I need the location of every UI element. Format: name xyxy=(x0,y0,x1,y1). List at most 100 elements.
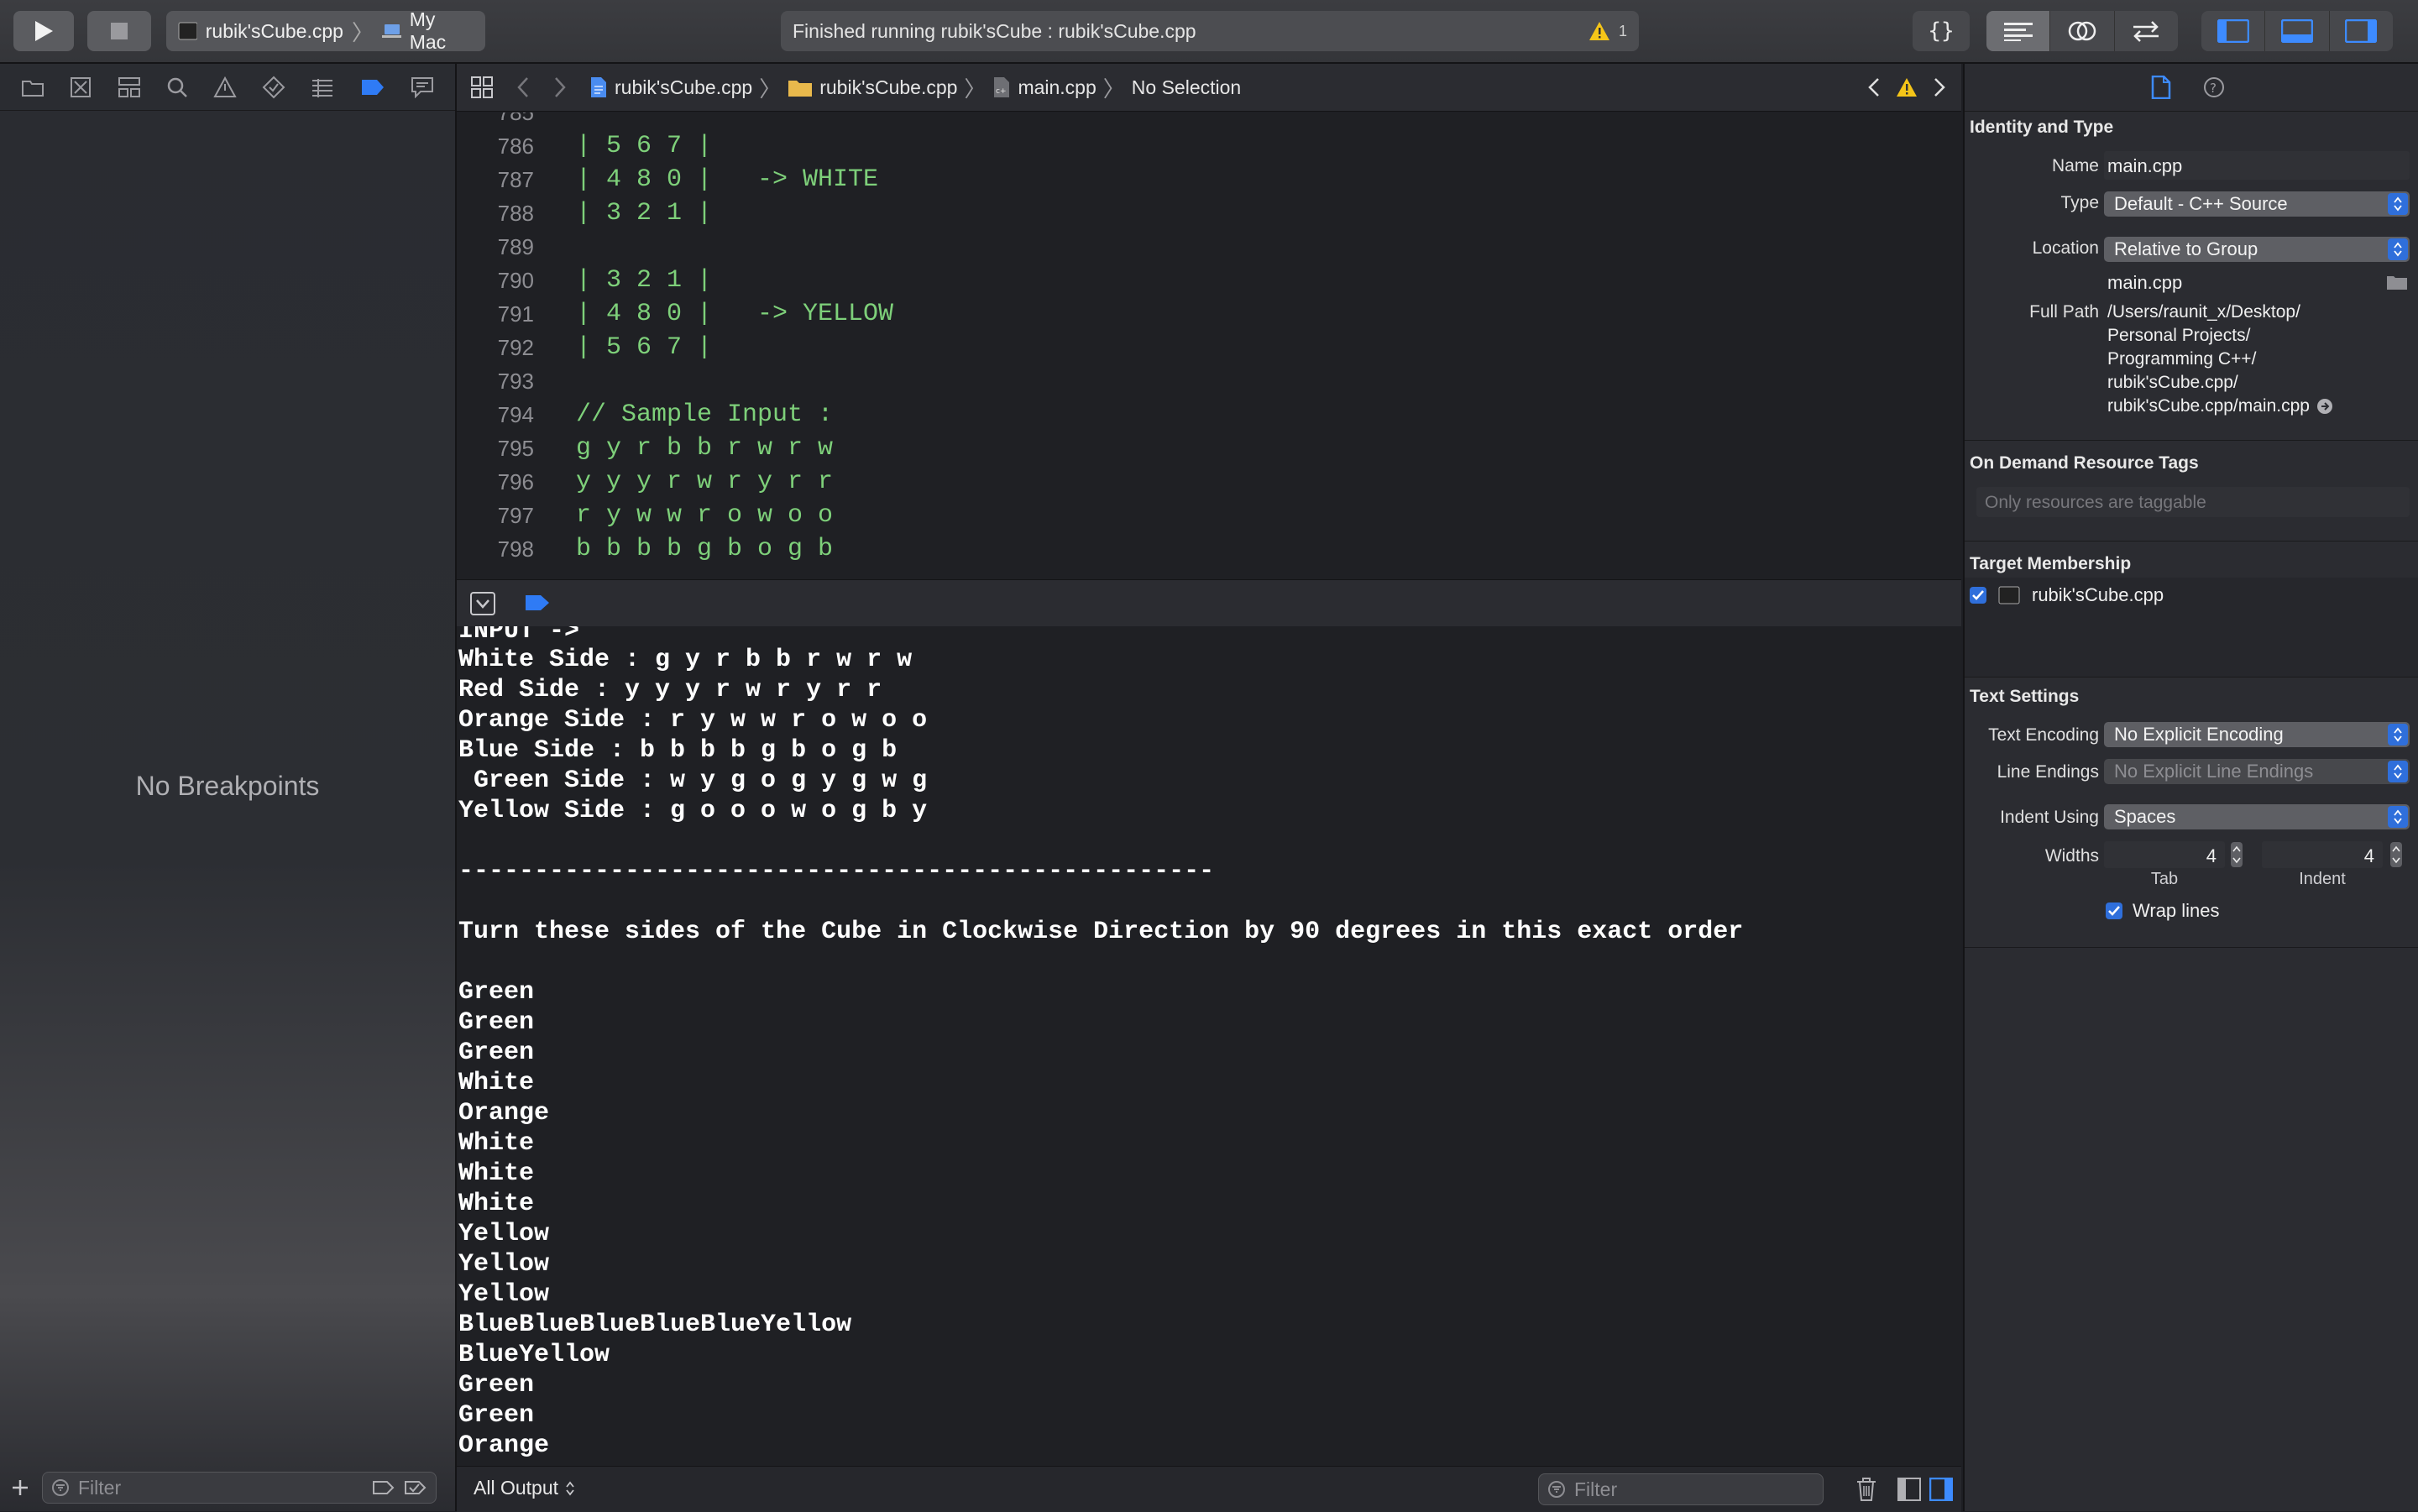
scheme-selector[interactable]: rubik'sCube.cpp 〉 My Mac xyxy=(166,8,485,53)
activity-status: Finished running rubik'sCube : rubik'sCu… xyxy=(781,11,1639,51)
line-number: 788 xyxy=(497,200,534,226)
toggle-debug-area-button[interactable] xyxy=(2265,11,2330,51)
enabled-filter-icon[interactable] xyxy=(404,1479,427,1496)
choose-folder-icon[interactable] xyxy=(2386,274,2408,290)
empty-state-message: No Breakpoints xyxy=(135,771,320,801)
svg-text:c+: c+ xyxy=(996,87,1007,96)
tab-width-stepper[interactable] xyxy=(2230,841,2243,868)
stop-button[interactable] xyxy=(87,11,151,51)
fullpath-line: Personal Projects/ xyxy=(2107,326,2251,345)
search-icon[interactable] xyxy=(166,76,188,98)
crumb-symbol[interactable]: No Selection xyxy=(1132,76,1241,99)
target-row[interactable]: rubik'sCube.cpp xyxy=(1970,584,2164,606)
file-inspector-icon[interactable] xyxy=(2151,76,2171,99)
folder-icon[interactable] xyxy=(21,77,44,97)
hide-debug-area-icon[interactable] xyxy=(470,592,495,615)
console-output[interactable]: INPUT -> White Side : g y r b b r w r w … xyxy=(457,626,1961,1466)
show-variables-icon[interactable] xyxy=(1897,1478,1921,1501)
version-editor-button[interactable] xyxy=(2115,11,2178,51)
add-icon[interactable] xyxy=(10,1478,30,1498)
target-checkbox[interactable] xyxy=(1970,587,1986,604)
line-endings-popup[interactable]: No Explicit Line Endings xyxy=(2104,759,2410,784)
console-line: Yellow xyxy=(458,1250,550,1279)
indent-width-stepper[interactable] xyxy=(2389,841,2403,868)
code-text: y y y r w r y r r xyxy=(576,468,834,496)
indent-width-field[interactable]: 4 xyxy=(2262,841,2383,868)
panel-toggle-segment xyxy=(2201,11,2393,51)
issue-warning-icon[interactable] xyxy=(213,76,237,98)
standard-editor-button[interactable] xyxy=(1986,11,2051,51)
run-button[interactable] xyxy=(13,11,74,51)
breakpoint-filter-icon[interactable] xyxy=(372,1479,395,1496)
crumb-group-label: rubik'sCube.cpp xyxy=(819,76,958,98)
console-line: White xyxy=(458,1069,535,1097)
type-popup[interactable]: Default - C++ Source xyxy=(2104,191,2410,217)
navigator-panel: No Breakpoints Filter xyxy=(0,64,457,1511)
section-title-ondemand: On Demand Resource Tags xyxy=(1970,453,2199,473)
line-number: 795 xyxy=(497,435,534,461)
code-line: 798 b b b b g b o g b xyxy=(457,532,1961,566)
toggle-inspector-button[interactable] xyxy=(2330,11,2393,51)
indent-using-popup[interactable]: Spaces xyxy=(2104,804,2410,829)
code-text: | 5 6 7 | xyxy=(576,132,713,160)
console-filter-field[interactable]: Filter xyxy=(1538,1473,1824,1505)
code-line: 788 | 3 2 1 | xyxy=(457,196,1961,230)
code-text: g y r b b r w r w xyxy=(576,434,834,463)
source-control-icon[interactable] xyxy=(70,76,92,98)
related-items-grid-icon[interactable] xyxy=(470,76,494,99)
resource-tags-field[interactable]: Only resources are taggable xyxy=(1976,487,2410,517)
debug-list-icon[interactable] xyxy=(311,77,334,97)
encoding-label: Text Encoding xyxy=(1988,725,2099,745)
crumb-group[interactable]: rubik'sCube.cpp xyxy=(788,76,957,99)
code-line: 790 | 3 2 1 | xyxy=(457,264,1961,297)
assistant-editor-button[interactable] xyxy=(2050,11,2115,51)
line-number: 786 xyxy=(497,133,534,159)
chevron-right-icon: 〉 xyxy=(964,76,987,102)
name-field[interactable]: main.cpp xyxy=(2104,151,2410,180)
location-popup[interactable]: Relative to Group xyxy=(2104,237,2410,262)
crumb-project[interactable]: rubik'sCube.cpp xyxy=(589,76,752,99)
crumb-file-label: main.cpp xyxy=(1018,76,1096,98)
inspector-tabs: ? xyxy=(1965,64,2418,112)
source-editor[interactable]: 785 786 | 5 6 7 | 787 | 4 8 0 | -> WHITE 7… xyxy=(457,112,1961,579)
console-line: White xyxy=(458,1190,535,1218)
tab-width-field[interactable]: 4 xyxy=(2104,841,2225,868)
console-line: Green xyxy=(458,1008,535,1037)
previous-issue-icon[interactable] xyxy=(1867,77,1881,97)
show-console-icon[interactable] xyxy=(1929,1478,1953,1501)
updown-chevron-icon xyxy=(2388,806,2408,828)
right-panel-icon xyxy=(2345,19,2378,43)
type-popup-value: Default - C++ Source xyxy=(2114,193,2288,214)
output-selector[interactable]: All Output xyxy=(474,1477,575,1499)
filter-placeholder: Filter xyxy=(78,1476,122,1499)
debug-bar xyxy=(457,579,1961,628)
next-issue-icon[interactable] xyxy=(1933,77,1946,97)
crumb-file[interactable]: c+ main.cpp xyxy=(992,76,1096,99)
code-text: r y w w r o w o o xyxy=(576,501,834,530)
warning-indicator[interactable]: 1 xyxy=(1588,21,1627,41)
test-diamond-icon[interactable] xyxy=(262,76,285,99)
navigator-filter-field[interactable]: Filter xyxy=(42,1472,437,1504)
chevron-right-icon: 〉 xyxy=(1102,76,1125,102)
warning-icon[interactable] xyxy=(1896,77,1918,97)
breakpoints-toggle-icon[interactable] xyxy=(524,594,551,612)
library-button[interactable]: {} xyxy=(1913,11,1970,51)
report-bubble-icon[interactable] xyxy=(411,76,434,98)
encoding-popup[interactable]: No Explicit Encoding xyxy=(2104,722,2410,747)
widths-label: Widths xyxy=(2044,846,2099,866)
destination-name: My Mac xyxy=(409,8,447,53)
terminal-app-icon xyxy=(1998,586,2020,604)
forward-chevron-icon[interactable] xyxy=(552,76,568,98)
breakpoint-tag-icon[interactable] xyxy=(360,78,385,97)
wrap-lines-option[interactable]: Wrap lines xyxy=(2106,900,2220,922)
trash-icon[interactable] xyxy=(1855,1477,1877,1502)
quick-help-icon[interactable]: ? xyxy=(2203,76,2225,98)
line-number: 794 xyxy=(497,401,534,427)
back-chevron-icon[interactable] xyxy=(516,76,531,98)
toggle-navigator-button[interactable] xyxy=(2201,11,2266,51)
reveal-in-finder-icon[interactable] xyxy=(2316,398,2333,415)
indent-using-popup-value: Spaces xyxy=(2114,806,2176,827)
hierarchy-icon[interactable] xyxy=(118,76,141,98)
chevron-right-icon: 〉 xyxy=(759,76,782,102)
wrap-lines-checkbox[interactable] xyxy=(2106,902,2122,919)
